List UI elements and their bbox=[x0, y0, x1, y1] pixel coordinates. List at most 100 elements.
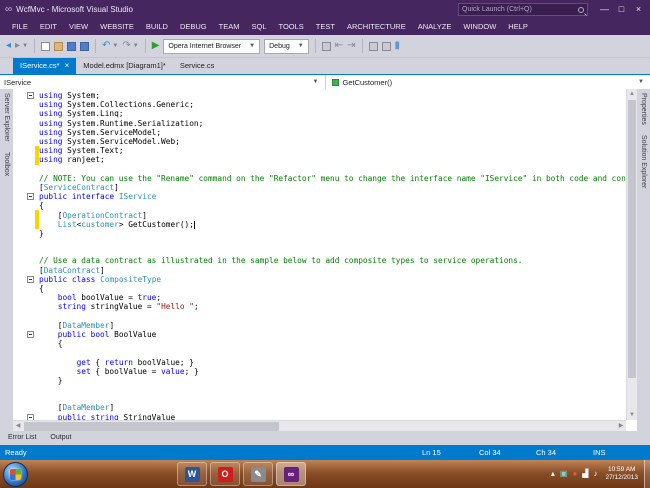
code-line[interactable]: using System.ServiceModel; bbox=[13, 128, 626, 137]
sidebar-tab-properties[interactable]: Properties bbox=[640, 93, 647, 125]
minimize-button[interactable]: — bbox=[596, 1, 613, 18]
menu-file[interactable]: FILE bbox=[6, 19, 34, 35]
code-line[interactable]: [DataMember] bbox=[13, 321, 626, 330]
visual-studio-taskbar-icon[interactable]: ∞ bbox=[276, 462, 306, 486]
tool-tab-error-list[interactable]: Error List bbox=[2, 431, 42, 445]
doc-tab[interactable]: IService.cs*× bbox=[13, 58, 76, 74]
code-line[interactable]: using System.Linq; bbox=[13, 109, 626, 118]
code-line[interactable]: set { boolValue = value; } bbox=[13, 367, 626, 376]
menu-team[interactable]: TEAM bbox=[213, 19, 246, 35]
new-file-icon[interactable] bbox=[41, 42, 50, 51]
network-icon[interactable]: ▟ bbox=[582, 470, 588, 478]
menu-test[interactable]: TEST bbox=[310, 19, 341, 35]
close-tab-icon[interactable]: × bbox=[65, 58, 70, 74]
code-line[interactable]: using ranjeet; bbox=[13, 155, 626, 164]
undo-icon[interactable]: ↶ bbox=[102, 39, 110, 53]
code-line[interactable]: List<customer> GetCustomer(); bbox=[13, 220, 626, 229]
collapse-region-icon[interactable] bbox=[27, 193, 34, 200]
navigate-back-icon[interactable]: ◂ bbox=[6, 39, 11, 53]
comment-icon[interactable] bbox=[369, 42, 378, 51]
code-line[interactable]: using System.Text; bbox=[13, 146, 626, 155]
collapse-region-icon[interactable] bbox=[27, 331, 34, 338]
start-button[interactable] bbox=[3, 462, 28, 487]
quick-launch-input[interactable]: Quick Launch (Ctrl+Q) bbox=[458, 3, 588, 16]
scroll-right-icon[interactable]: ▶ bbox=[616, 421, 626, 432]
vertical-scrollbar-thumb[interactable] bbox=[628, 100, 636, 378]
uncomment-icon[interactable] bbox=[382, 42, 391, 51]
outdent-icon[interactable]: ⇤ bbox=[335, 39, 343, 53]
tray-alert-icon[interactable]: ● bbox=[572, 470, 577, 478]
menu-build[interactable]: BUILD bbox=[140, 19, 174, 35]
code-editor[interactable]: using System;using System.Collections.Ge… bbox=[13, 89, 637, 431]
browser-dropdown[interactable]: Opera Internet Browser▼ bbox=[163, 39, 260, 54]
indent-icon[interactable]: ⇥ bbox=[347, 39, 355, 53]
bookmark-icon[interactable]: ▮ bbox=[395, 39, 401, 53]
menu-window[interactable]: WINDOW bbox=[457, 19, 502, 35]
code-line[interactable]: public bool BoolValue bbox=[13, 330, 626, 339]
vertical-scrollbar[interactable]: ▲ ▼ bbox=[626, 89, 637, 420]
navigate-forward-icon[interactable]: ▸ bbox=[15, 39, 20, 53]
code-line[interactable]: [OperationContract] bbox=[13, 210, 626, 219]
tray-app-icon[interactable]: ▣ bbox=[560, 470, 568, 478]
member-dropdown[interactable]: GetCustomer() ▼ bbox=[326, 75, 650, 89]
code-line[interactable]: using System.Runtime.Serialization; bbox=[13, 119, 626, 128]
menu-architecture[interactable]: ARCHITECTURE bbox=[341, 19, 412, 35]
sidebar-tab-solution-explorer[interactable]: Solution Explorer bbox=[640, 135, 647, 188]
code-line[interactable] bbox=[13, 348, 626, 357]
code-line[interactable] bbox=[13, 394, 626, 403]
volume-icon[interactable]: ♪ bbox=[593, 470, 597, 478]
code-line[interactable]: [ServiceContract] bbox=[13, 183, 626, 192]
close-button[interactable]: × bbox=[630, 1, 647, 18]
code-line[interactable]: using System; bbox=[13, 91, 626, 100]
code-line[interactable] bbox=[13, 312, 626, 321]
type-dropdown[interactable]: IService ▼ bbox=[0, 75, 325, 89]
code-line[interactable]: public string StringValue bbox=[13, 413, 626, 420]
sidebar-tab-server-explorer[interactable]: Server Explorer bbox=[3, 93, 10, 142]
code-line[interactable]: using System.Collections.Generic; bbox=[13, 100, 626, 109]
code-line[interactable]: } bbox=[13, 229, 626, 238]
taskbar-clock[interactable]: 10:59 AM 27/12/2013 bbox=[605, 466, 638, 482]
code-line[interactable] bbox=[13, 385, 626, 394]
code-line[interactable]: bool boolValue = true; bbox=[13, 293, 626, 302]
horizontal-scrollbar-thumb[interactable] bbox=[24, 422, 279, 431]
code-line[interactable]: } bbox=[13, 376, 626, 385]
sidebar-tab-toolbox[interactable]: Toolbox bbox=[3, 152, 10, 176]
redo-icon[interactable]: ↷ bbox=[122, 39, 130, 53]
code-line[interactable]: using System.ServiceModel.Web; bbox=[13, 137, 626, 146]
scroll-up-icon[interactable]: ▲ bbox=[627, 89, 637, 99]
code-line[interactable]: [DataMember] bbox=[13, 403, 626, 412]
menu-debug[interactable]: DEBUG bbox=[174, 19, 213, 35]
scroll-down-icon[interactable]: ▼ bbox=[627, 410, 637, 420]
code-view[interactable]: using System;using System.Collections.Ge… bbox=[13, 89, 626, 420]
word-taskbar-icon[interactable]: W bbox=[177, 462, 207, 486]
solution-config-dropdown[interactable]: Debug▼ bbox=[264, 39, 309, 54]
code-line[interactable]: // NOTE: You can use the "Rename" comman… bbox=[13, 174, 626, 183]
maximize-button[interactable]: □ bbox=[613, 1, 630, 18]
code-line[interactable] bbox=[13, 247, 626, 256]
code-line[interactable]: { bbox=[13, 201, 626, 210]
menu-edit[interactable]: EDIT bbox=[34, 19, 63, 35]
code-line[interactable]: public class CompositeType bbox=[13, 275, 626, 284]
menu-analyze[interactable]: ANALYZE bbox=[412, 19, 458, 35]
save-all-icon[interactable] bbox=[80, 42, 89, 51]
code-line[interactable]: // Use a data contract as illustrated in… bbox=[13, 256, 626, 265]
show-desktop-button[interactable] bbox=[644, 460, 650, 488]
tool-tab-output[interactable]: Output bbox=[44, 431, 77, 445]
find-icon[interactable] bbox=[322, 42, 331, 51]
menu-sql[interactable]: SQL bbox=[245, 19, 272, 35]
doc-tab[interactable]: Service.cs bbox=[173, 58, 222, 74]
code-line[interactable]: { bbox=[13, 284, 626, 293]
code-line[interactable] bbox=[13, 165, 626, 174]
collapse-region-icon[interactable] bbox=[27, 276, 34, 283]
collapse-region-icon[interactable] bbox=[27, 92, 34, 99]
code-line[interactable]: string stringValue = "Hello "; bbox=[13, 302, 626, 311]
scroll-left-icon[interactable]: ◀ bbox=[13, 421, 23, 432]
red-app-taskbar-icon[interactable]: O bbox=[210, 462, 240, 486]
menu-view[interactable]: VIEW bbox=[63, 19, 94, 35]
menu-help[interactable]: HELP bbox=[502, 19, 534, 35]
show-hidden-icons-icon[interactable]: ▴ bbox=[551, 470, 555, 478]
code-line[interactable]: public interface IService bbox=[13, 192, 626, 201]
menu-website[interactable]: WEBSITE bbox=[94, 19, 140, 35]
horizontal-scrollbar[interactable]: ◀ ▶ bbox=[13, 420, 626, 431]
menu-tools[interactable]: TOOLS bbox=[273, 19, 310, 35]
